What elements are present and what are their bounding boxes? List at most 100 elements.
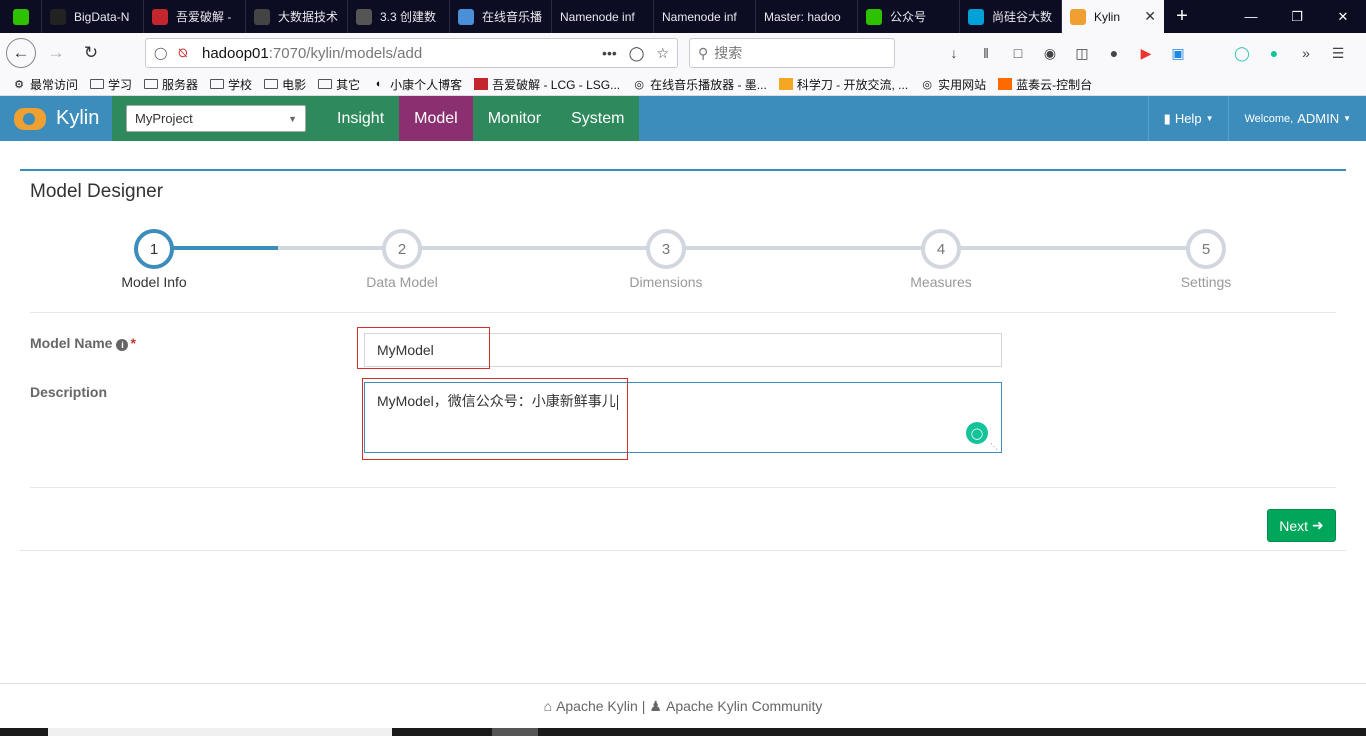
info-icon[interactable]: i xyxy=(116,339,129,351)
reload-button[interactable]: ↻ xyxy=(76,38,106,68)
url-bar[interactable]: ◯ ⦰ hadoop01:7070/kylin/models/add ••• ◯… xyxy=(145,38,678,68)
browser-tab[interactable]: Namenode inf xyxy=(654,0,756,33)
back-button[interactable]: ← xyxy=(6,38,36,68)
browser-tab[interactable]: 公众号 xyxy=(858,0,960,33)
bookmark-star-icon[interactable]: ☆ xyxy=(656,45,669,62)
browser-tab[interactable]: 3.3 创建数 xyxy=(348,0,450,33)
resize-handle-icon[interactable]: ⋱ xyxy=(990,442,998,451)
browser-tab-strip: BigData-N 吾爱破解 - 大数据技术 3.3 创建数 在线音乐播 Namenode… xyxy=(0,0,1366,33)
step-label: Measures xyxy=(910,274,972,290)
kylin-brand: Kylin xyxy=(56,107,100,129)
sidebar-icon[interactable]: ◫ xyxy=(1068,39,1096,67)
pocket-icon[interactable]: ◯ xyxy=(629,45,645,62)
highlight-box-description xyxy=(362,378,628,460)
bookmark-label: 蓝奏云-控制台 xyxy=(1016,77,1093,92)
browser-tab-title: 公众号 xyxy=(890,10,927,24)
overflow-chevron-icon[interactable]: » xyxy=(1292,39,1320,67)
browser-tab-title: Namenode inf xyxy=(560,9,635,24)
menu-item-monitor[interactable]: Monitor xyxy=(472,96,557,141)
browser-tab[interactable]: 在线音乐播 xyxy=(450,0,552,33)
chat-icon[interactable]: ◉ xyxy=(1036,39,1064,67)
extension-z-icon[interactable]: ▣ xyxy=(1164,39,1192,67)
restore-icon[interactable]: ❐ xyxy=(1274,0,1320,33)
os-taskbar xyxy=(0,728,1366,736)
folder-icon xyxy=(90,79,105,89)
close-window-icon[interactable]: ✕ xyxy=(1320,0,1366,33)
taskbar-app[interactable] xyxy=(492,728,538,736)
bookmark-label: 科学刀 - 开放交流, ... xyxy=(796,77,909,92)
dark-app-icon xyxy=(50,8,66,25)
divider xyxy=(30,487,1336,488)
next-button[interactable]: Next ➜ xyxy=(1267,509,1336,542)
step-circle-2[interactable]: 2 xyxy=(382,229,422,269)
download-icon[interactable]: ↓ xyxy=(940,39,968,67)
browser-tab[interactable]: 吾爱破解 - xyxy=(144,0,246,33)
browser-tab[interactable]: 尚硅谷大数 xyxy=(960,0,1062,33)
crop-icon[interactable]: □ xyxy=(1004,39,1032,67)
hamburger-menu-icon[interactable]: ☰ xyxy=(1324,39,1352,67)
browser-tab[interactable]: 大数据技术 xyxy=(246,0,348,33)
project-select[interactable]: MyProject ▼ xyxy=(126,105,306,132)
account-icon[interactable]: ● xyxy=(1100,39,1128,67)
caret-down-icon: ▼ xyxy=(1343,114,1351,123)
wizard-steps: 1 Model Info 2 Data Model 3 Dimensions 4 Measur… xyxy=(20,229,1346,299)
insecure-lock-icon[interactable]: ⦰ xyxy=(178,46,196,61)
forward-button[interactable]: → xyxy=(41,38,71,68)
close-tab-icon[interactable]: ✕ xyxy=(1144,8,1156,25)
footer: ⌂ Apache Kylin | ♟ Apache Kylin Communit… xyxy=(0,683,1366,728)
apache-kylin-link[interactable]: Apache Kylin xyxy=(556,698,638,714)
step-label: Dimensions xyxy=(629,274,703,290)
toolbar-icons: ↓ ‖ □ ◉ ◫ ● ▶ ▣ xyxy=(940,38,1192,68)
shield-icon[interactable]: ◯ xyxy=(154,46,172,60)
browser-tab[interactable] xyxy=(0,0,42,33)
bookmark-item[interactable]: 服务器 xyxy=(144,76,198,93)
bookmark-item[interactable]: ⚙ 最常访问 xyxy=(12,76,78,93)
browser-tab[interactable]: BigData-N xyxy=(42,0,144,33)
bookmark-item[interactable]: ◎ 在线音乐播放器 - 墨... xyxy=(632,76,766,93)
browser-tab[interactable]: Kylin ✕ xyxy=(1062,0,1164,33)
browser-tab-title: 3.3 创建数 xyxy=(380,10,437,24)
bookmark-item[interactable]: 科学刀 - 开放交流, ... xyxy=(778,76,909,93)
bookmark-item[interactable]: 吾爱破解 - LCG - LSG... xyxy=(474,76,620,93)
translate-icon[interactable]: ◯ xyxy=(1228,39,1256,67)
bookmark-item[interactable]: ◐ 小康个人博客 xyxy=(372,76,462,93)
user-menu[interactable]: Welcome, ADMIN ▼ xyxy=(1228,96,1366,141)
bookmark-icon xyxy=(254,8,270,25)
video-icon[interactable]: ▶ xyxy=(1132,39,1160,67)
footer-separator: | xyxy=(641,698,646,714)
kylin-header: Kylin MyProject ▼ Insight Model Monitor Sys… xyxy=(0,96,1366,141)
menu-item-system[interactable]: System xyxy=(556,96,640,141)
kylin-community-link[interactable]: Apache Kylin Community xyxy=(666,698,822,714)
bookmark-item[interactable]: ◎ 实用网站 xyxy=(920,76,986,93)
library-icon[interactable]: ‖ xyxy=(972,39,1000,67)
folder-icon xyxy=(318,79,333,89)
bookmark-label: 电影 xyxy=(282,77,307,92)
step-circle-1[interactable]: 1 xyxy=(134,229,174,269)
model-designer-panel: Model Designer 1 Model Info 2 Data Model 3 Di… xyxy=(20,169,1346,551)
menu-item-insight[interactable]: Insight xyxy=(322,96,400,141)
browser-tab[interactable]: Namenode inf xyxy=(552,0,654,33)
bookmark-label: 学习 xyxy=(108,77,133,92)
new-tab-button[interactable]: + xyxy=(1164,0,1200,33)
52pojie-icon xyxy=(474,78,489,90)
taskbar-search[interactable] xyxy=(48,728,392,736)
step-circle-3[interactable]: 3 xyxy=(646,229,686,269)
browser-tab[interactable]: Master: hadoo xyxy=(756,0,858,33)
grammarly-icon[interactable]: ◯ xyxy=(966,422,988,444)
browser-tab-title: 在线音乐播 xyxy=(482,10,543,24)
step-circle-4[interactable]: 4 xyxy=(921,229,961,269)
bookmark-item[interactable]: 电影 xyxy=(264,76,306,93)
page-actions-icon[interactable]: ••• xyxy=(602,45,617,62)
search-input[interactable]: ⚲ 搜索 xyxy=(689,38,895,68)
menu-item-model[interactable]: Model xyxy=(399,96,473,141)
bookmark-item[interactable]: 其它 xyxy=(318,76,360,93)
minimize-icon[interactable]: — xyxy=(1228,0,1274,33)
kylin-logo[interactable]: Kylin xyxy=(0,96,112,141)
bookmark-item[interactable]: 蓝奏云-控制台 xyxy=(998,76,1092,93)
bookmark-item[interactable]: 学校 xyxy=(210,76,252,93)
step-circle-5[interactable]: 5 xyxy=(1186,229,1226,269)
grammarly-toolbar-icon[interactable]: ● xyxy=(1260,39,1288,67)
caret-down-icon: ▼ xyxy=(288,113,297,124)
bookmark-item[interactable]: 学习 xyxy=(90,76,132,93)
help-menu[interactable]: ▮ Help ▼ xyxy=(1147,96,1229,141)
